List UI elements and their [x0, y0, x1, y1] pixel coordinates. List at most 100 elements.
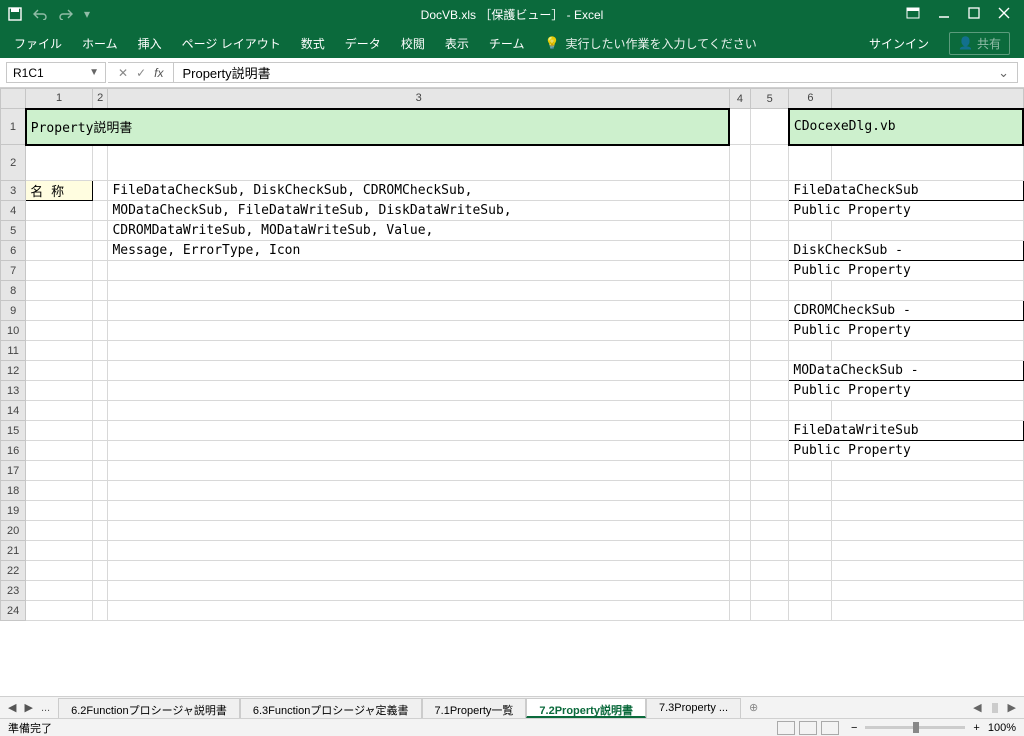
cell[interactable]: Public Property: [789, 321, 1023, 341]
sheet-tab[interactable]: 7.2Property説明書: [526, 698, 646, 718]
cell[interactable]: [832, 561, 1023, 581]
cell[interactable]: [729, 601, 750, 621]
tab-layout[interactable]: ページ レイアウト: [182, 35, 281, 52]
row-header[interactable]: 12: [1, 361, 26, 381]
cell[interactable]: [751, 321, 789, 341]
sign-in[interactable]: サインイン: [869, 35, 929, 52]
cell[interactable]: [26, 381, 93, 401]
col-header[interactable]: 1: [26, 89, 93, 109]
row-header[interactable]: 22: [1, 561, 26, 581]
cell[interactable]: [751, 501, 789, 521]
cell[interactable]: [729, 181, 750, 201]
row-header[interactable]: 7: [1, 261, 26, 281]
sheet-first-icon[interactable]: ◀: [8, 701, 16, 714]
tell-me[interactable]: 💡 実行したい作業を入力してください: [544, 35, 756, 52]
cell[interactable]: [789, 221, 832, 241]
cell[interactable]: [751, 281, 789, 301]
save-icon[interactable]: [8, 7, 22, 21]
col-header[interactable]: 4: [729, 89, 750, 109]
cell[interactable]: [26, 581, 93, 601]
cell[interactable]: [729, 341, 750, 361]
cell[interactable]: [108, 145, 729, 181]
cell[interactable]: [92, 261, 108, 281]
cell[interactable]: [832, 461, 1023, 481]
row-header[interactable]: 11: [1, 341, 26, 361]
cell[interactable]: FileDataWriteSub: [789, 421, 1023, 441]
cell[interactable]: [751, 381, 789, 401]
cell[interactable]: [92, 421, 108, 441]
cell[interactable]: [108, 361, 729, 381]
cell[interactable]: [751, 221, 789, 241]
cell[interactable]: [832, 145, 1023, 181]
row-header[interactable]: 16: [1, 441, 26, 461]
row-header[interactable]: 17: [1, 461, 26, 481]
cell[interactable]: [751, 581, 789, 601]
redo-icon[interactable]: [58, 8, 74, 20]
enter-icon[interactable]: ✓: [136, 66, 146, 80]
cell[interactable]: [92, 361, 108, 381]
cell[interactable]: [729, 541, 750, 561]
cell[interactable]: [729, 401, 750, 421]
grid[interactable]: 1234561Property説明書CDocexeDlg.vb23名 称File…: [0, 88, 1024, 698]
hscroll-thumb[interactable]: [992, 703, 998, 713]
fx-icon[interactable]: fx: [154, 66, 163, 80]
cell[interactable]: [832, 341, 1023, 361]
cell[interactable]: [729, 261, 750, 281]
sheet-tab[interactable]: 6.3Functionプロシージャ定義書: [240, 698, 422, 718]
col-header[interactable]: 6: [789, 89, 832, 109]
cell[interactable]: [26, 541, 93, 561]
cell[interactable]: [108, 281, 729, 301]
cell[interactable]: [26, 261, 93, 281]
cell[interactable]: [108, 441, 729, 461]
cell[interactable]: [92, 541, 108, 561]
cell[interactable]: [26, 201, 93, 221]
cell[interactable]: [789, 341, 832, 361]
tab-data[interactable]: データ: [345, 35, 381, 52]
add-sheet-icon[interactable]: ⊕: [741, 697, 766, 718]
cell[interactable]: [26, 241, 93, 261]
name-box[interactable]: R1C1 ▼: [6, 62, 106, 83]
cell[interactable]: [832, 401, 1023, 421]
row-header[interactable]: 9: [1, 301, 26, 321]
cell[interactable]: [92, 561, 108, 581]
cell[interactable]: [26, 221, 93, 241]
cell[interactable]: [26, 481, 93, 501]
row-header[interactable]: 21: [1, 541, 26, 561]
cell[interactable]: [751, 481, 789, 501]
row-header[interactable]: 18: [1, 481, 26, 501]
hscroll-left-icon[interactable]: ◀: [973, 701, 981, 714]
sheet-tab[interactable]: 7.3Property ...: [646, 698, 741, 718]
cell[interactable]: [729, 109, 750, 145]
cell[interactable]: [26, 461, 93, 481]
tab-review[interactable]: 校閲: [401, 35, 425, 52]
ribbon-display-icon[interactable]: [906, 7, 920, 22]
cell[interactable]: [92, 601, 108, 621]
cell[interactable]: Public Property: [789, 381, 1023, 401]
cell[interactable]: [92, 281, 108, 301]
cell[interactable]: 名 称: [26, 181, 93, 201]
row-header[interactable]: 1: [1, 109, 26, 145]
cell[interactable]: [789, 145, 832, 181]
cell[interactable]: [108, 321, 729, 341]
cell[interactable]: [92, 581, 108, 601]
cell[interactable]: [26, 361, 93, 381]
cell[interactable]: [751, 541, 789, 561]
cell[interactable]: [832, 601, 1023, 621]
formula-input[interactable]: Property説明書 ⌄: [173, 62, 1018, 83]
cell[interactable]: [832, 541, 1023, 561]
cell[interactable]: [729, 361, 750, 381]
cell[interactable]: [92, 181, 108, 201]
cell[interactable]: [729, 581, 750, 601]
cell[interactable]: [789, 461, 832, 481]
cell[interactable]: [751, 241, 789, 261]
cell[interactable]: [26, 341, 93, 361]
cell[interactable]: [751, 521, 789, 541]
row-header[interactable]: 6: [1, 241, 26, 261]
cell[interactable]: [751, 181, 789, 201]
hscroll-right-icon[interactable]: ▶: [1008, 701, 1016, 714]
cell[interactable]: [729, 441, 750, 461]
cell[interactable]: [789, 561, 832, 581]
tab-insert[interactable]: 挿入: [138, 35, 162, 52]
row-header[interactable]: 5: [1, 221, 26, 241]
cell[interactable]: [832, 581, 1023, 601]
